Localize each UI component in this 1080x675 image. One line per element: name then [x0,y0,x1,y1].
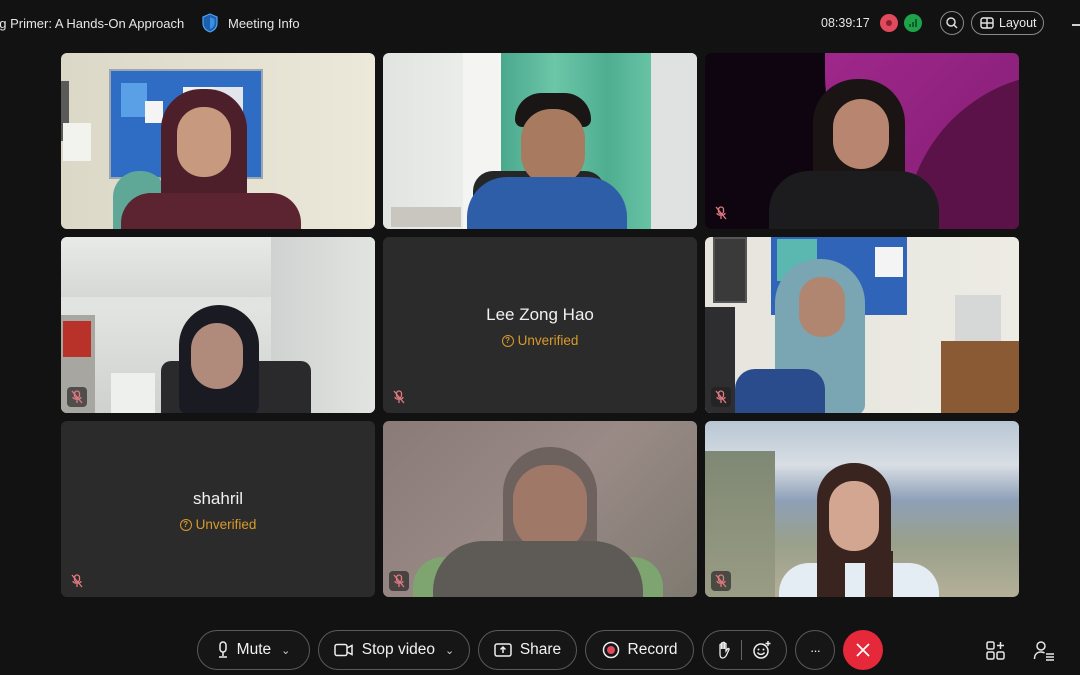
video-camera-icon [334,643,353,657]
microphone-icon [218,641,227,658]
participant-tile-1[interactable] [61,53,375,229]
layout-label: Layout [999,16,1037,30]
video-feed [705,421,1019,597]
video-feed [61,53,375,229]
search-icon [946,17,958,29]
meeting-clock: 08:39:17 [821,16,870,30]
participants-icon[interactable] [1033,640,1055,662]
participant-tile-6[interactable] [705,237,1019,413]
minimize-icon[interactable] [1072,24,1080,26]
grid-icon [980,17,994,29]
participant-tile-4[interactable] [61,237,375,413]
stop-video-label: Stop video [361,641,436,658]
unverified-status: ? Unverified [61,517,375,532]
record-icon[interactable] [880,14,898,32]
participant-tile-5[interactable]: Lee Zong Hao ? Unverified [383,237,697,413]
divider [741,640,742,660]
video-feed [383,421,697,597]
meeting-info-button[interactable]: Meeting Info [228,16,300,31]
close-icon [856,643,870,657]
microphone-muted-icon [67,387,87,407]
question-circle-icon: ? [501,334,514,347]
microphone-muted-icon [711,387,731,407]
emoji-icon[interactable] [752,640,772,660]
shield-icon[interactable] [201,13,219,33]
participant-tile-8[interactable] [383,421,697,597]
meeting-title: ng Primer: A Hands-On Approach [0,16,185,31]
chevron-down-icon[interactable]: ⌄ [281,644,290,657]
video-feed [383,53,697,229]
microphone-muted-icon [711,571,731,591]
search-button[interactable] [940,11,964,35]
signal-icon[interactable] [904,14,922,32]
participant-name: shahril [192,489,244,508]
microphone-muted-icon [389,387,409,407]
unverified-status: ? Unverified [383,333,697,348]
end-call-button[interactable] [843,630,883,670]
layout-button[interactable]: Layout [971,11,1044,35]
participant-name: Lee Zong Hao [486,305,594,324]
status-label: Unverified [195,517,257,532]
top-bar: ng Primer: A Hands-On Approach Meeting I… [0,0,1080,46]
record-label: Record [627,641,678,658]
microphone-muted-icon [389,571,409,591]
hand-icon[interactable] [717,641,731,659]
apps-add-icon[interactable] [985,640,1007,662]
more-button[interactable]: ··· [795,630,835,670]
microphone-muted-icon [67,571,87,591]
video-feed [705,53,1019,229]
participant-tile-3[interactable] [705,53,1019,229]
share-label: Share [519,641,562,658]
record-icon [602,641,619,659]
more-icon: ··· [810,642,821,658]
participant-tile-2[interactable] [383,53,697,229]
stop-video-button[interactable]: Stop video ⌄ [318,630,470,670]
share-screen-icon [494,643,512,657]
participant-tile-9[interactable] [705,421,1019,597]
chevron-down-icon[interactable]: ⌄ [445,644,454,657]
video-feed [705,237,1019,413]
mute-button[interactable]: Mute ⌄ [197,630,310,670]
participant-tile-7[interactable]: shahril ? Unverified [61,421,375,597]
reactions-group [702,630,787,670]
status-label: Unverified [517,333,579,348]
record-button[interactable]: Record [585,630,694,670]
mute-label: Mute [236,641,272,658]
microphone-muted-icon [711,203,731,223]
video-feed [61,237,375,413]
question-circle-icon: ? [179,518,192,531]
share-button[interactable]: Share [478,630,577,670]
